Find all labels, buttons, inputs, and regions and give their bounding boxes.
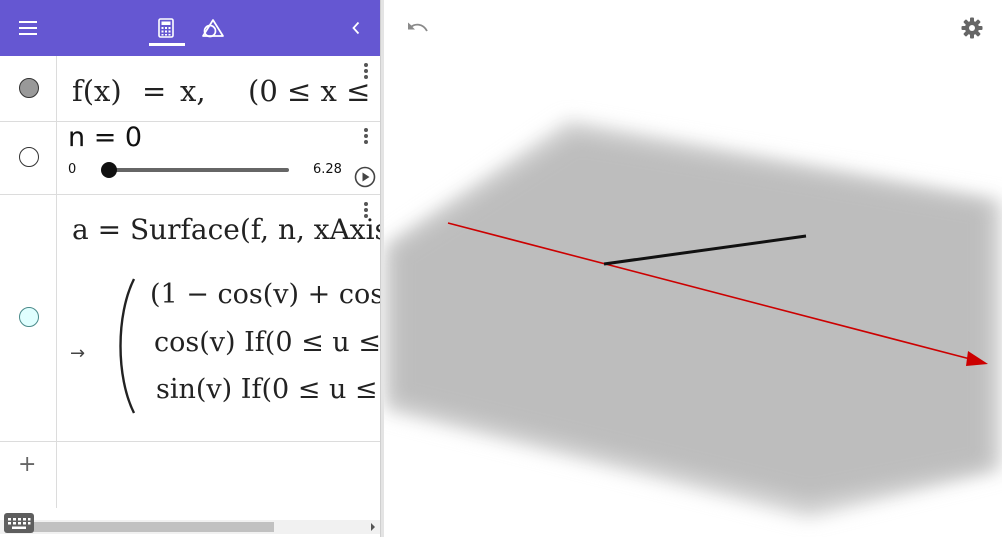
function-rhs: x,	[180, 74, 206, 108]
triangle-circle-icon	[202, 19, 224, 38]
menu-button[interactable]	[6, 0, 50, 56]
active-tab-indicator	[149, 43, 185, 46]
surface-y-component: cos(v) If(0 ≤ u ≤	[154, 327, 380, 358]
algebra-input[interactable]	[58, 442, 380, 508]
gear-icon	[961, 17, 983, 39]
algebra-row-function[interactable]: f(x) = x, (0 ≤ x ≤	[0, 56, 380, 122]
function-equals: =	[142, 74, 167, 108]
chevron-left-icon	[352, 21, 360, 35]
algebra-input-row[interactable]: +	[0, 442, 380, 508]
visibility-toggle[interactable]	[19, 307, 39, 327]
visibility-toggle[interactable]	[19, 147, 39, 167]
more-options-button[interactable]	[358, 200, 374, 220]
function-condition: (0 ≤ x ≤	[248, 74, 371, 108]
result-arrow: →	[70, 343, 86, 364]
graphics-3d-view[interactable]	[384, 0, 1002, 537]
undo-icon	[408, 22, 428, 32]
scroll-right-arrow[interactable]	[368, 522, 378, 532]
keyboard-icon	[8, 518, 31, 529]
surface-z-component: sin(v) If(0 ≤ u ≤	[156, 374, 378, 405]
slider-label[interactable]: n = 0	[68, 122, 142, 153]
keyboard-button[interactable]	[4, 513, 34, 533]
marble-column	[0, 195, 57, 441]
algebra-header	[0, 0, 380, 56]
algebra-tab-button[interactable]	[145, 0, 187, 56]
slider-thumb[interactable]	[101, 162, 117, 178]
marble-column: +	[0, 442, 57, 508]
slider-track[interactable]	[108, 168, 289, 172]
collapse-panel-button[interactable]	[336, 0, 376, 56]
algebra-row-slider[interactable]: n = 0 0 6.28	[0, 122, 380, 195]
visibility-toggle[interactable]	[19, 78, 39, 98]
graphics-canvas[interactable]	[384, 0, 1002, 537]
matrix-left-paren	[119, 278, 136, 414]
hamburger-menu-icon	[19, 21, 37, 35]
function-lhs: f(x)	[72, 74, 122, 108]
add-item-button[interactable]: +	[18, 452, 36, 477]
play-icon	[354, 166, 376, 188]
more-options-button[interactable]	[358, 126, 374, 146]
play-animation-button[interactable]	[354, 166, 376, 192]
marble-column	[0, 122, 57, 194]
marble-column	[0, 56, 57, 121]
slider-min: 0	[68, 162, 77, 177]
algebra-panel: f(x) = x, (0 ≤ x ≤ n = 0 0 6.28 a = Surf…	[0, 0, 380, 537]
calculator-icon	[158, 18, 174, 38]
settings-button[interactable]	[958, 14, 986, 42]
surface-x-component: (1 − cos(v) + cos	[150, 279, 380, 310]
algebra-row-surface[interactable]: a = Surface(f, n, xAxis → (1 − cos(v) + …	[0, 195, 380, 442]
tools-tab-button[interactable]	[192, 0, 234, 56]
scrollbar-thumb[interactable]	[28, 522, 274, 532]
surface-definition: a = Surface(f, n, xAxis	[72, 213, 380, 246]
more-options-button[interactable]	[358, 61, 374, 81]
slider-max: 6.28	[313, 162, 342, 177]
undo-button[interactable]	[404, 14, 432, 42]
